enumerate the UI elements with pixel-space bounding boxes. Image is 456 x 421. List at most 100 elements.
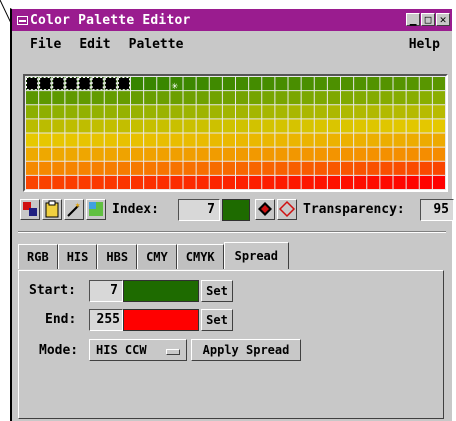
menu-edit[interactable]: Edit bbox=[79, 37, 110, 52]
tab-spread[interactable]: Spread bbox=[223, 242, 290, 269]
palette-cell[interactable] bbox=[341, 105, 354, 119]
palette-cell[interactable] bbox=[157, 147, 170, 161]
palette-cell[interactable] bbox=[288, 175, 301, 190]
clipboard-icon[interactable] bbox=[42, 199, 62, 220]
palette-cell[interactable] bbox=[65, 91, 78, 105]
palette-cell[interactable] bbox=[236, 161, 249, 175]
palette-cell[interactable] bbox=[288, 133, 301, 147]
palette-cell[interactable] bbox=[262, 175, 275, 190]
mode-select[interactable]: HIS CCW bbox=[89, 339, 187, 361]
palette-cell[interactable] bbox=[432, 105, 446, 119]
palette-cell[interactable] bbox=[249, 105, 262, 119]
palette-cell[interactable] bbox=[249, 161, 262, 175]
palette-cell[interactable] bbox=[288, 147, 301, 161]
palette-cell[interactable] bbox=[39, 91, 52, 105]
palette-cell[interactable] bbox=[91, 91, 104, 105]
palette-cell[interactable] bbox=[419, 175, 432, 190]
palette-cell[interactable] bbox=[39, 161, 52, 175]
tab-rgb[interactable]: RGB bbox=[18, 244, 58, 269]
palette-cell[interactable] bbox=[419, 161, 432, 175]
title-bar[interactable]: Color Palette Editor ▁ □ ✕ bbox=[12, 9, 452, 31]
palette-cell[interactable] bbox=[367, 105, 380, 119]
palette-cell[interactable] bbox=[222, 133, 236, 147]
palette-cell[interactable] bbox=[406, 147, 419, 161]
palette-cell[interactable] bbox=[406, 161, 419, 175]
palette-cell[interactable] bbox=[144, 161, 157, 175]
palette-cell[interactable] bbox=[275, 91, 288, 105]
palette-cell[interactable] bbox=[65, 119, 78, 133]
palette-cell[interactable] bbox=[393, 77, 406, 91]
palette-cell[interactable] bbox=[288, 91, 301, 105]
palette-cell[interactable] bbox=[406, 77, 419, 91]
palette-cell[interactable] bbox=[196, 147, 209, 161]
palette-cell[interactable] bbox=[432, 147, 446, 161]
palette-cell[interactable] bbox=[380, 133, 393, 147]
tab-cmy[interactable]: CMY bbox=[137, 244, 177, 269]
palette-cell[interactable] bbox=[52, 133, 65, 147]
end-set-button[interactable]: Set bbox=[201, 309, 233, 331]
palette-cell[interactable] bbox=[209, 119, 222, 133]
palette-cell[interactable] bbox=[288, 119, 301, 133]
palette-cell[interactable] bbox=[432, 175, 446, 190]
palette-cell[interactable] bbox=[314, 91, 327, 105]
palette-cell[interactable] bbox=[170, 105, 183, 119]
palette-cell[interactable] bbox=[91, 133, 104, 147]
palette-cell[interactable] bbox=[249, 133, 262, 147]
palette-cell[interactable] bbox=[367, 175, 380, 190]
palette-cell[interactable] bbox=[301, 77, 314, 91]
palette-cell[interactable] bbox=[275, 133, 288, 147]
palette-cell[interactable] bbox=[354, 133, 367, 147]
palette-cell[interactable] bbox=[327, 161, 341, 175]
palette-cell[interactable] bbox=[78, 119, 91, 133]
palette-cell[interactable] bbox=[275, 147, 288, 161]
menu-file[interactable]: File bbox=[30, 37, 61, 52]
palette-cell[interactable] bbox=[301, 175, 314, 190]
palette-cell[interactable] bbox=[301, 161, 314, 175]
palette-cell[interactable] bbox=[354, 175, 367, 190]
palette-cell[interactable] bbox=[341, 77, 354, 91]
palette-cell[interactable] bbox=[380, 175, 393, 190]
palette-cell[interactable] bbox=[314, 133, 327, 147]
palette-cell[interactable] bbox=[104, 147, 117, 161]
palette-cell[interactable] bbox=[117, 119, 131, 133]
palette-cell[interactable] bbox=[419, 147, 432, 161]
palette-cell[interactable] bbox=[117, 105, 131, 119]
palette-cell[interactable] bbox=[380, 161, 393, 175]
palette-cell[interactable] bbox=[26, 175, 39, 190]
palette-cell[interactable] bbox=[183, 161, 196, 175]
palette-cell[interactable] bbox=[117, 147, 131, 161]
palette-cell[interactable] bbox=[196, 175, 209, 190]
palette-cell[interactable] bbox=[327, 119, 341, 133]
palette-cell[interactable] bbox=[341, 147, 354, 161]
palette-cell[interactable] bbox=[432, 77, 446, 91]
palette-cell[interactable] bbox=[314, 161, 327, 175]
outline-diamond-icon[interactable] bbox=[277, 199, 297, 220]
palette-cell[interactable] bbox=[236, 119, 249, 133]
palette-cell[interactable] bbox=[78, 91, 91, 105]
palette-cell[interactable] bbox=[52, 119, 65, 133]
selected-palette-cell[interactable] bbox=[104, 77, 117, 91]
palette-cell[interactable] bbox=[131, 105, 144, 119]
minimize-icon[interactable]: ▁ bbox=[406, 13, 420, 26]
palette-cell[interactable] bbox=[196, 105, 209, 119]
palette-cell[interactable] bbox=[262, 119, 275, 133]
palette-cell[interactable] bbox=[222, 119, 236, 133]
palette-cell[interactable] bbox=[39, 147, 52, 161]
palette-cell[interactable] bbox=[117, 91, 131, 105]
palette-cell[interactable] bbox=[406, 105, 419, 119]
palette-cell[interactable] bbox=[327, 77, 341, 91]
palette-cell[interactable] bbox=[393, 147, 406, 161]
palette-cell[interactable] bbox=[301, 91, 314, 105]
window-menu-icon[interactable] bbox=[17, 15, 28, 25]
palette-cell[interactable] bbox=[222, 77, 236, 91]
palette-cell[interactable] bbox=[183, 133, 196, 147]
palette-cell[interactable] bbox=[157, 161, 170, 175]
palette-cell[interactable] bbox=[301, 119, 314, 133]
palette-cell[interactable] bbox=[26, 133, 39, 147]
palette-cell[interactable] bbox=[354, 77, 367, 91]
palette-cell[interactable] bbox=[144, 147, 157, 161]
palette-cell[interactable] bbox=[314, 175, 327, 190]
palette-cell[interactable] bbox=[380, 147, 393, 161]
tab-cmyk[interactable]: CMYK bbox=[176, 244, 224, 269]
palette-cell[interactable] bbox=[327, 133, 341, 147]
